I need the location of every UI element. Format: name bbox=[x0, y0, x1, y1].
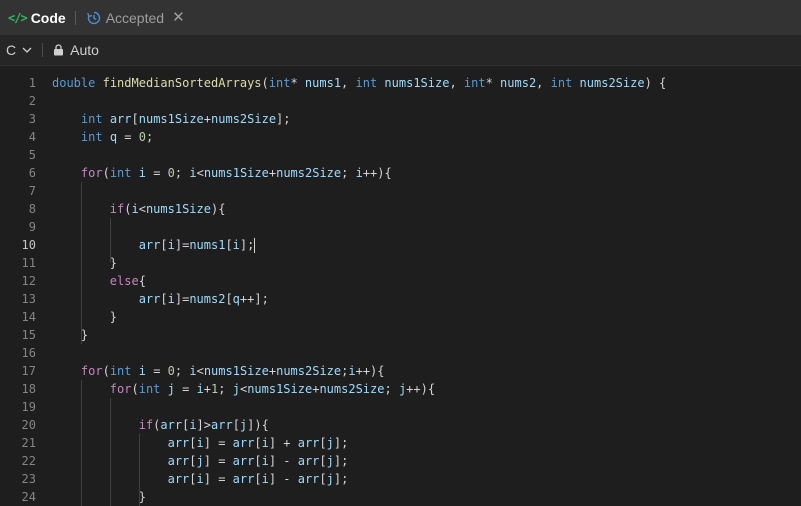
tab-accepted[interactable]: Accepted ✕ bbox=[79, 0, 191, 35]
line-number: 10 bbox=[21, 238, 36, 252]
code-icon: </> bbox=[8, 10, 28, 25]
line-number: 18 bbox=[21, 382, 36, 396]
editor-toolbar: C Auto bbox=[0, 35, 801, 66]
code-text[interactable]: } bbox=[52, 308, 117, 326]
line-number: 20 bbox=[21, 418, 36, 432]
line-number: 12 bbox=[21, 274, 36, 288]
code-text[interactable]: arr[i] = arr[i] + arr[j]; bbox=[52, 434, 349, 452]
editor-tab-bar: </> Code Accepted ✕ bbox=[0, 0, 801, 35]
lock-icon bbox=[53, 44, 64, 56]
code-text[interactable]: int q = 0; bbox=[52, 128, 153, 146]
code-text[interactable]: } bbox=[52, 488, 146, 506]
line-number: 8 bbox=[28, 202, 36, 216]
code-text[interactable]: if(arr[i]>arr[j]){ bbox=[52, 416, 269, 434]
chevron-down-icon bbox=[22, 45, 32, 55]
code-text[interactable]: for(int i = 0; i<nums1Size+nums2Size; i+… bbox=[52, 164, 392, 182]
line-number: 22 bbox=[21, 454, 36, 468]
line-number: 9 bbox=[28, 220, 36, 234]
line-number: 3 bbox=[28, 112, 36, 126]
code-text[interactable]: arr[j] = arr[i] - arr[j]; bbox=[52, 452, 349, 470]
line-number: 14 bbox=[21, 310, 36, 324]
line-number: 19 bbox=[21, 400, 36, 414]
toolbar-divider bbox=[42, 43, 44, 57]
code-text[interactable]: arr[i] = arr[i] - arr[j]; bbox=[52, 470, 349, 488]
close-icon[interactable]: ✕ bbox=[172, 10, 185, 25]
line-number: 16 bbox=[21, 346, 36, 360]
tab-code[interactable]: </> Code bbox=[0, 0, 72, 35]
code-text[interactable]: if(i<nums1Size){ bbox=[52, 200, 226, 218]
line-number: 24 bbox=[21, 490, 36, 504]
code-text[interactable]: } bbox=[52, 326, 88, 344]
code-editor[interactable]: 1 double findMedianSortedArrays(int* nums… bbox=[0, 66, 801, 506]
code-text[interactable]: double findMedianSortedArrays(int* nums1… bbox=[52, 74, 666, 92]
language-select[interactable]: C bbox=[0, 42, 32, 58]
line-number: 1 bbox=[28, 76, 36, 90]
line-number: 17 bbox=[21, 364, 36, 378]
line-number: 11 bbox=[21, 256, 36, 270]
auto-mode[interactable]: Auto bbox=[53, 42, 99, 58]
tab-accepted-label: Accepted bbox=[105, 9, 165, 26]
line-number: 6 bbox=[28, 166, 36, 180]
code-text[interactable]: int arr[nums1Size+nums2Size]; bbox=[52, 110, 291, 128]
line-number: 15 bbox=[21, 328, 36, 342]
code-text[interactable]: arr[i]=nums1[i]; bbox=[52, 236, 256, 254]
line-number: 21 bbox=[21, 436, 36, 450]
tab-code-label: Code bbox=[30, 9, 66, 26]
code-text[interactable]: arr[i]=nums2[q++]; bbox=[52, 290, 269, 308]
text-cursor bbox=[254, 238, 256, 253]
line-number: 13 bbox=[21, 292, 36, 306]
auto-mode-label: Auto bbox=[70, 42, 99, 58]
line-number: 2 bbox=[28, 94, 36, 108]
code-text[interactable]: else{ bbox=[52, 272, 146, 290]
line-number: 4 bbox=[28, 130, 36, 144]
tab-divider bbox=[74, 10, 76, 25]
language-label: C bbox=[6, 42, 17, 58]
code-text[interactable]: } bbox=[52, 254, 117, 272]
code-text[interactable]: for(int j = i+1; j<nums1Size+nums2Size; … bbox=[52, 380, 435, 398]
line-number: 23 bbox=[21, 472, 36, 486]
line-number: 5 bbox=[28, 148, 36, 162]
code-text[interactable]: for(int i = 0; i<nums1Size+nums2Size;i++… bbox=[52, 362, 385, 380]
line-number: 7 bbox=[28, 184, 36, 198]
history-icon bbox=[86, 11, 101, 25]
